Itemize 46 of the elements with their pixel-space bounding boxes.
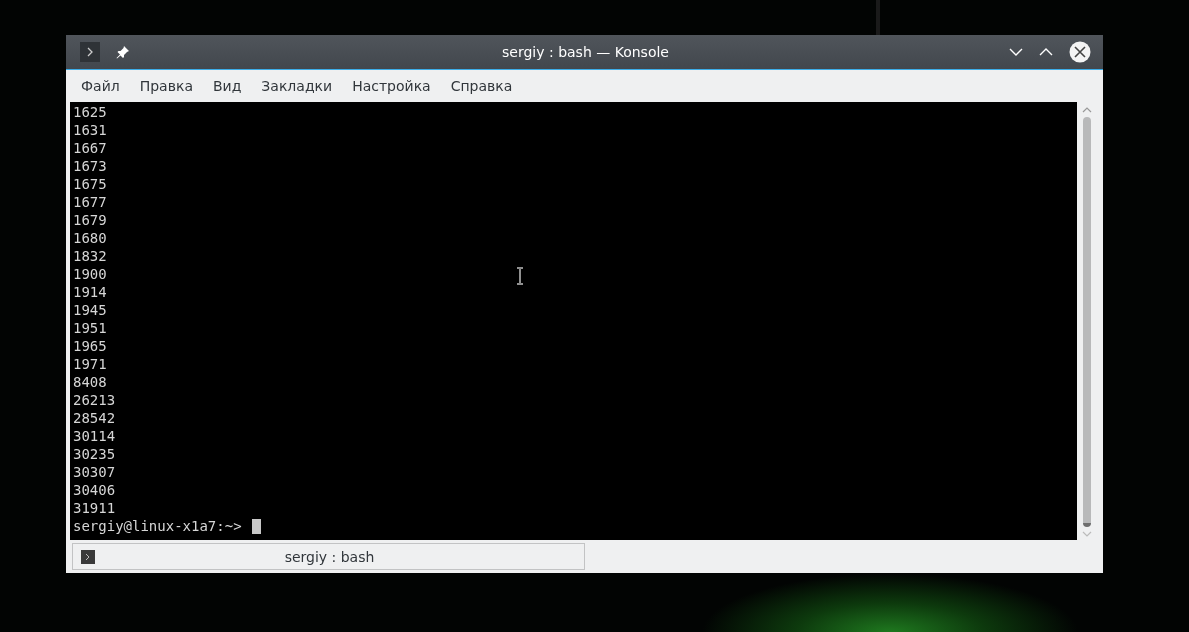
output-line: 31911 bbox=[73, 499, 116, 517]
chevron-right-icon bbox=[86, 47, 94, 57]
output-line: 1971 bbox=[73, 355, 107, 373]
minimize-icon[interactable] bbox=[1009, 47, 1023, 57]
output-line: 1900 bbox=[73, 265, 107, 283]
scrollbar-handle[interactable] bbox=[1083, 117, 1091, 527]
output-line: 1673 bbox=[73, 157, 107, 175]
app-menu-button[interactable] bbox=[80, 42, 100, 62]
output-line: 1667 bbox=[73, 139, 107, 157]
output-line: 26213 bbox=[73, 391, 116, 409]
scroll-up-icon[interactable] bbox=[1081, 106, 1093, 114]
output-line: 1625 bbox=[73, 103, 107, 121]
output-line: 30235 bbox=[73, 445, 116, 463]
output-line: 30406 bbox=[73, 481, 116, 499]
output-line: 1631 bbox=[73, 121, 107, 139]
menu-item[interactable]: Файл bbox=[74, 78, 127, 94]
pin-icon[interactable] bbox=[116, 45, 130, 59]
menu-item[interactable]: Вид bbox=[205, 78, 249, 94]
output-line: 8408 bbox=[73, 373, 107, 391]
output-line: 1945 bbox=[73, 301, 107, 319]
output-line: 1679 bbox=[73, 211, 107, 229]
output-line: 30114 bbox=[73, 427, 116, 445]
session-tab[interactable]: sergiy : bash bbox=[72, 543, 585, 570]
terminal-area[interactable]: 1625 1631 1667 1673 1675 1677 1679 1680 1832 1900 1914 1945 1951 1965 1971 8408 26213 28542 30114 30235 30307 30406 31911 sergiy@linux-x1a7:~> bbox=[70, 102, 1077, 540]
output-line: 1677 bbox=[73, 193, 107, 211]
output-line: 1832 bbox=[73, 247, 107, 265]
output-line: 1965 bbox=[73, 337, 107, 355]
text-cursor-block bbox=[251, 518, 261, 534]
terminal-icon bbox=[81, 549, 95, 564]
output-line: 1951 bbox=[73, 319, 107, 337]
prompt-text: sergiy@linux-x1a7:~> bbox=[73, 517, 242, 535]
close-icon[interactable] bbox=[1069, 41, 1091, 63]
window-title: sergiy : bash — Konsole bbox=[502, 44, 669, 60]
output-line: 30307 bbox=[73, 463, 116, 481]
menu-item[interactable]: Закладки bbox=[254, 78, 340, 94]
mouse-ibeam-icon bbox=[516, 267, 524, 285]
scroll-down-icon[interactable] bbox=[1081, 530, 1093, 538]
output-line: 1675 bbox=[73, 175, 107, 193]
maximize-icon[interactable] bbox=[1039, 47, 1053, 57]
output-line: 1680 bbox=[73, 229, 107, 247]
output-line: 1914 bbox=[73, 283, 107, 301]
menu-item[interactable]: Справка bbox=[443, 78, 520, 94]
output-line: 28542 bbox=[73, 409, 116, 427]
tab-label: sergiy : bash bbox=[283, 548, 376, 565]
menu-item[interactable]: Правка bbox=[132, 78, 200, 94]
menu-item[interactable]: Настройка bbox=[345, 78, 438, 94]
